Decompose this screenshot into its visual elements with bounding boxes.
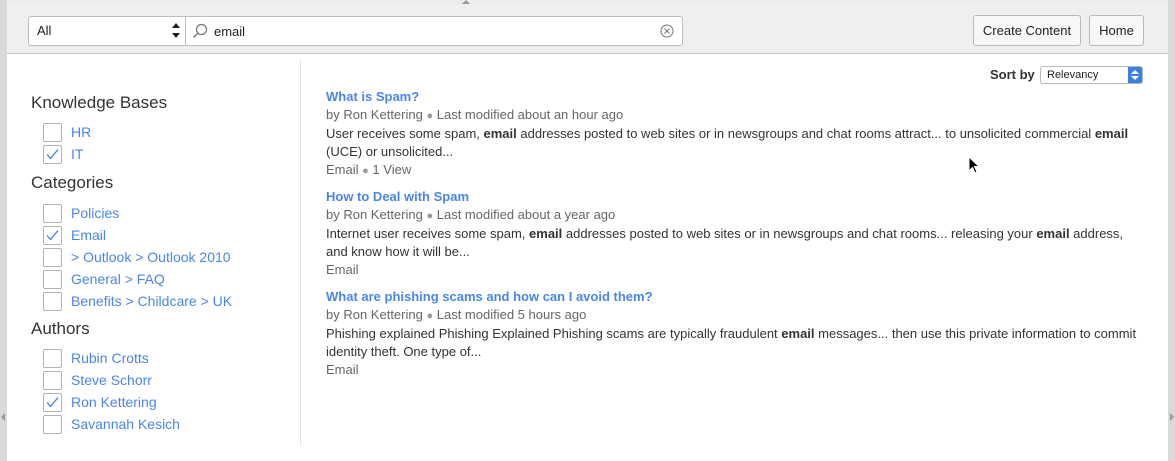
bullet-dot-icon: ●: [426, 210, 434, 222]
facet-title-categories: Categories: [31, 173, 114, 192]
sort-arrows-icon: [1128, 67, 1142, 83]
checkbox-rubin-crotts[interactable]: [43, 349, 62, 368]
result-modified: Last modified 5 hours ago: [436, 307, 587, 322]
result-tag: Email: [326, 162, 359, 177]
sort-select-value: Relevancy: [1047, 69, 1099, 81]
checkbox-outlook[interactable]: [43, 248, 62, 267]
scope-select-value: All: [37, 23, 52, 38]
facet-label-benefits[interactable]: Benefits > Childcare > UK: [71, 293, 232, 309]
checkbox-ron-kettering[interactable]: [43, 393, 62, 412]
result-tags: Email: [326, 361, 1146, 379]
search-box[interactable]: [185, 16, 683, 46]
main-content: Knowledge Bases HR IT Categories Policie…: [7, 54, 1168, 461]
checkbox-savannah-kesich[interactable]: [43, 415, 62, 434]
facet-label-savannah-kesich[interactable]: Savannah Kesich: [71, 416, 180, 432]
result-title-link[interactable]: What are phishing scams and how can I av…: [326, 288, 1146, 306]
scroll-right-arrow[interactable]: [1170, 413, 1174, 421]
home-button[interactable]: Home: [1089, 15, 1144, 46]
search-input[interactable]: [214, 21, 654, 41]
facet-label-steve-schorr[interactable]: Steve Schorr: [71, 372, 152, 388]
result-meta: by Ron Kettering ● Last modified about a…: [326, 106, 1146, 125]
facet-title-authors: Authors: [31, 319, 90, 338]
result-author: by Ron Kettering: [326, 107, 423, 122]
checkbox-email[interactable]: [43, 226, 62, 245]
result-snippet: Internet user receives some spam, email …: [326, 226, 1124, 259]
facet-label-rubin-crotts[interactable]: Rubin Crotts: [71, 350, 149, 366]
checkbox-steve-schorr[interactable]: [43, 371, 62, 390]
checkbox-benefits[interactable]: [43, 292, 62, 311]
result-meta: by Ron Kettering ● Last modified about a…: [326, 206, 1146, 225]
result-item: What are phishing scams and how can I av…: [326, 288, 1146, 379]
facet-label-hr[interactable]: HR: [71, 124, 91, 140]
result-author: by Ron Kettering: [326, 307, 423, 322]
column-divider: [300, 60, 301, 445]
result-item: What is Spam? by Ron Kettering ● Last mo…: [326, 88, 1146, 180]
bullet-dot-icon: ●: [426, 310, 434, 322]
result-tag: Email: [326, 362, 359, 377]
result-title-link[interactable]: What is Spam?: [326, 88, 1146, 106]
scroll-left-arrow[interactable]: [1, 413, 5, 421]
result-modified: Last modified about a year ago: [436, 207, 616, 222]
mouse-pointer-icon: [968, 156, 980, 174]
facet-label-ron-kettering[interactable]: Ron Kettering: [71, 394, 157, 410]
toolbar: All Create Content Home: [7, 4, 1168, 54]
check-icon: [46, 397, 59, 408]
result-title-link[interactable]: How to Deal with Spam: [326, 188, 1146, 206]
result-tag: Email: [326, 262, 359, 277]
result-modified: Last modified about an hour ago: [436, 107, 624, 122]
window-right-edge: [1168, 0, 1175, 461]
sort-select[interactable]: Relevancy: [1040, 66, 1143, 84]
check-icon: [46, 230, 59, 241]
checkbox-policies[interactable]: [43, 204, 62, 223]
facet-label-policies[interactable]: Policies: [71, 205, 119, 221]
facet-label-general-faq[interactable]: General > FAQ: [71, 271, 165, 287]
checkbox-hr[interactable]: [43, 123, 62, 142]
checkbox-general-faq[interactable]: [43, 270, 62, 289]
facet-title-knowledge-bases: Knowledge Bases: [31, 93, 168, 112]
clear-search-icon[interactable]: [660, 24, 674, 38]
result-tags: Email: [326, 261, 1146, 279]
result-snippet: User receives some spam, email addresses…: [326, 126, 1129, 159]
result-views: 1 View: [372, 162, 412, 177]
result-item: How to Deal with Spam by Ron Kettering ●…: [326, 188, 1146, 279]
result-meta: by Ron Kettering ● Last modified 5 hours…: [326, 306, 1146, 325]
facet-label-outlook[interactable]: > Outlook > Outlook 2010: [71, 249, 231, 265]
checkbox-it[interactable]: [43, 145, 62, 164]
result-snippet: Phishing explained Phishing Explained Ph…: [326, 326, 1137, 359]
result-author: by Ron Kettering: [326, 207, 423, 222]
search-icon: [192, 23, 208, 39]
scope-select[interactable]: All: [28, 16, 185, 46]
create-content-button[interactable]: Create Content: [973, 15, 1081, 46]
select-arrows-icon: [172, 23, 180, 39]
bullet-dot-icon: ●: [426, 110, 434, 122]
facet-label-email[interactable]: Email: [71, 227, 106, 243]
sort-label: Sort by: [990, 67, 1035, 82]
check-icon: [46, 149, 59, 160]
result-tags: Email ● 1 View: [326, 161, 1146, 180]
bullet-dot-icon: ●: [362, 165, 369, 177]
window-left-edge: [0, 0, 7, 461]
facet-label-it[interactable]: IT: [71, 146, 83, 162]
